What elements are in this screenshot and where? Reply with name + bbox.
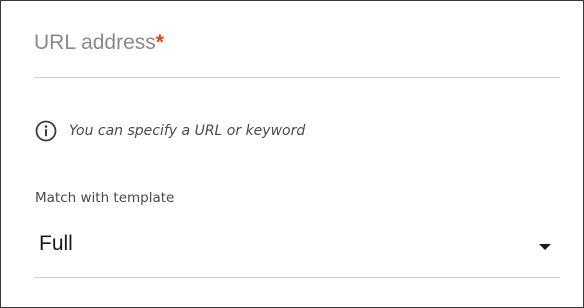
- required-asterisk: *: [155, 31, 164, 54]
- url-address-placeholder: URL address*: [34, 31, 164, 55]
- chevron-down-icon[interactable]: [539, 244, 551, 250]
- url-rule-form: URL address* You can specify a URL or ke…: [0, 0, 584, 308]
- match-template-value: Full: [39, 232, 73, 255]
- url-hint-text: You can specify a URL or keyword: [69, 123, 306, 139]
- info-icon: [35, 120, 57, 142]
- url-address-input[interactable]: URL address*: [34, 21, 560, 78]
- match-template-select[interactable]: Full: [34, 223, 560, 278]
- url-address-placeholder-text: URL address: [34, 31, 156, 54]
- match-template-label: Match with template: [35, 190, 175, 206]
- url-hint: You can specify a URL or keyword: [35, 119, 305, 143]
